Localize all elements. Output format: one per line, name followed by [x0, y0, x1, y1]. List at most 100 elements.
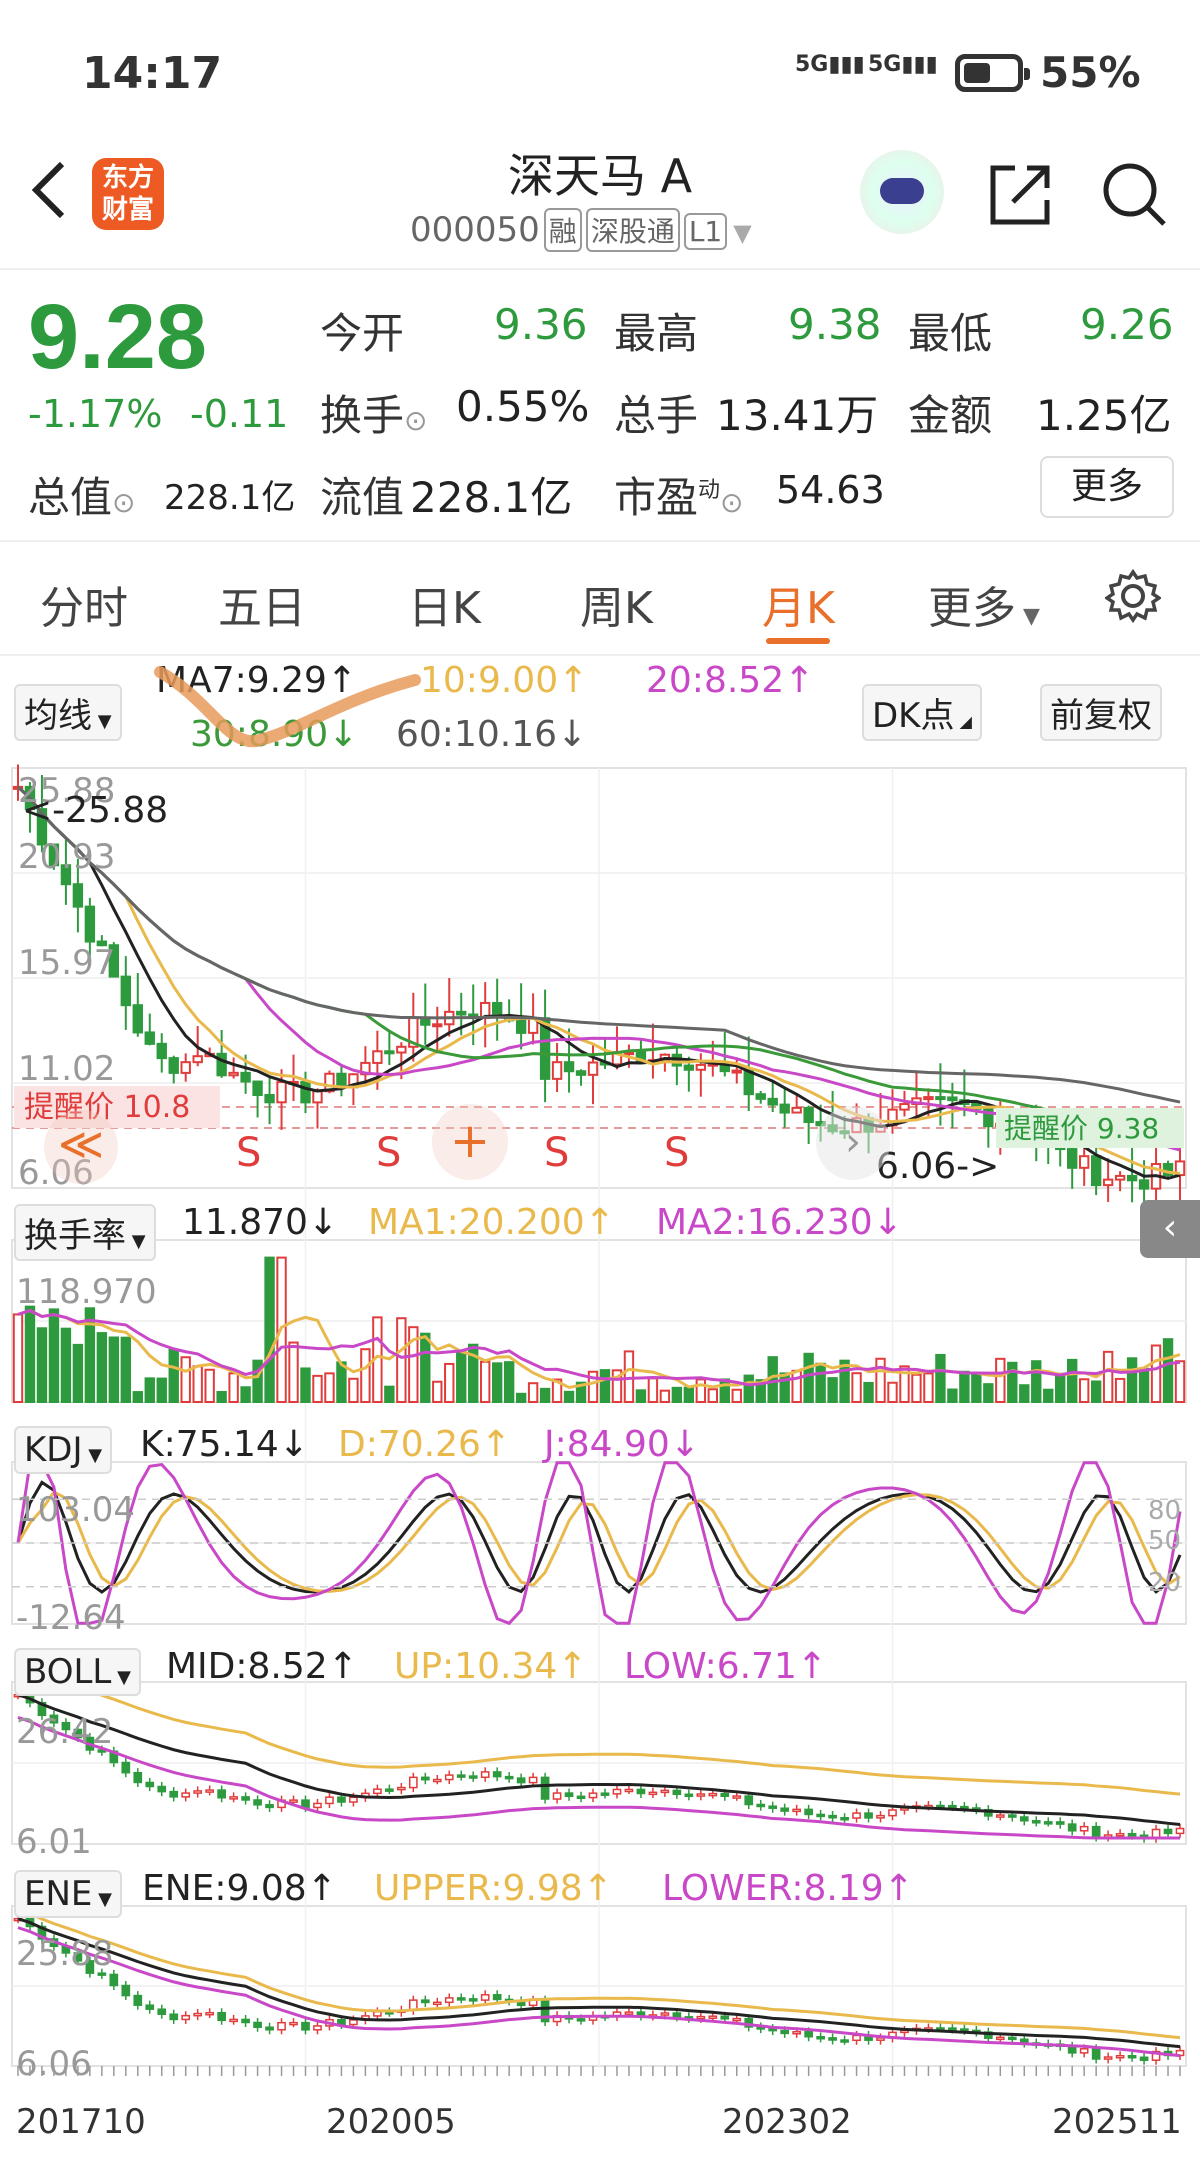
turnover-bar	[1126, 1357, 1138, 1403]
scroll-right-button[interactable]: ›	[816, 1106, 890, 1180]
share-icon[interactable]	[985, 160, 1055, 230]
candle-body	[491, 1001, 503, 1018]
turnover-bar	[480, 1360, 491, 1403]
x-label-2: 202005	[326, 2102, 456, 2142]
mini-candle	[876, 1814, 885, 1819]
turnover-bar	[947, 1388, 958, 1403]
mini-candle	[492, 1771, 502, 1778]
mini-candle	[1139, 2056, 1149, 2061]
mini-candle	[468, 1775, 478, 1779]
more-quote-button[interactable]: 更多	[1040, 456, 1174, 518]
mini-candle	[313, 2025, 322, 2031]
tab-five-day[interactable]: 五日	[218, 572, 306, 636]
kdj-selector[interactable]: KDJ ▼	[14, 1426, 113, 1474]
turnover-bar	[300, 1367, 311, 1404]
turnover-bar	[851, 1372, 862, 1404]
stock-code-row[interactable]: 000050 融深股通 L1 ▼	[410, 208, 752, 252]
ene-y-top: 25.88	[16, 1934, 114, 1974]
turnover-bar	[396, 1317, 407, 1404]
candle-body	[264, 1094, 275, 1104]
candle-body	[372, 1050, 383, 1064]
turnover-bar	[971, 1374, 982, 1404]
turnover-bar	[72, 1343, 84, 1404]
assistant-robot-icon[interactable]	[860, 150, 944, 234]
ene-value: ENE:9.08↑	[142, 1868, 337, 1909]
chart-area[interactable]: 25.88 <-25.88 20.93 15.97 11.02 6.06 6.0…	[0, 760, 1200, 2173]
kdj-j: J:84.90↓	[544, 1424, 700, 1465]
mini-candle	[516, 1777, 526, 1784]
scroll-left-button[interactable]: ≪	[44, 1110, 118, 1184]
turnover-bar	[983, 1383, 994, 1404]
mini-candle	[265, 2026, 274, 2031]
mini-candle	[432, 2001, 442, 2006]
candle-body	[180, 1061, 191, 1074]
mini-candle	[456, 1774, 466, 1778]
turnover-bar	[96, 1332, 108, 1403]
ma-selector[interactable]: 均线 ▼	[14, 684, 122, 741]
turnover-bar	[1174, 1360, 1186, 1403]
candle-body	[252, 1080, 263, 1097]
mini-candle	[804, 2031, 813, 2038]
mini-candle	[1115, 2054, 1125, 2059]
search-icon[interactable]	[1100, 160, 1170, 230]
zoom-in-button[interactable]: +	[432, 1104, 508, 1180]
mini-candle	[576, 2018, 586, 2022]
mini-candle	[480, 1771, 490, 1779]
candle-body	[695, 1063, 707, 1071]
tab-intraday[interactable]: 分时	[40, 572, 128, 636]
turnover-bar	[240, 1386, 251, 1403]
candle-body	[515, 1019, 527, 1034]
gear-icon[interactable]	[1105, 568, 1161, 624]
turnover-bar	[36, 1327, 48, 1404]
turnover-bar	[216, 1391, 227, 1403]
mini-candle	[349, 1796, 358, 1803]
mini-candle	[337, 1796, 346, 1803]
turnover-bar	[779, 1372, 790, 1404]
boll-y-bottom: 6.01	[16, 1822, 92, 1862]
ene-selector[interactable]: ENE ▼	[14, 1870, 122, 1918]
candle-body	[276, 1081, 287, 1104]
mini-candle	[540, 1776, 550, 1800]
mini-candle	[995, 2036, 1005, 2041]
mini-candle	[205, 1789, 215, 1793]
high-label: 最高	[614, 309, 699, 358]
turnover-bar	[707, 1388, 718, 1404]
mini-candle	[1019, 1816, 1029, 1822]
mini-candle	[864, 1812, 873, 1819]
candle-body	[72, 883, 84, 908]
tag-level: L1	[683, 213, 728, 250]
handwritten-scribble	[154, 666, 421, 748]
turnover-bar	[108, 1336, 120, 1403]
mini-candle	[768, 1805, 778, 1809]
adjust-selector[interactable]: 前复权	[1040, 684, 1162, 741]
mini-candle	[480, 1994, 490, 2001]
pe-label: 市盈动⊙	[614, 473, 744, 522]
turnover-bar	[827, 1377, 838, 1403]
candle-body	[779, 1103, 790, 1114]
mini-candle	[1091, 2048, 1101, 2060]
tab-more[interactable]: 更多 ▼	[928, 572, 1040, 636]
mini-candle	[193, 1790, 203, 1794]
dk-point-selector[interactable]: DK点 ◢	[862, 684, 982, 741]
turnover-selector[interactable]: 换手率 ▼	[14, 1204, 156, 1261]
turnover-bar	[60, 1327, 72, 1403]
amount-value: 1.25亿	[1036, 391, 1172, 440]
turnover-y-top: 118.970	[16, 1272, 157, 1312]
mini-candle	[828, 1814, 837, 1819]
tab-weekly-k[interactable]: 周K	[580, 572, 653, 636]
tab-daily-k[interactable]: 日K	[408, 572, 481, 636]
collapse-panel-button[interactable]: ‹	[1140, 1200, 1200, 1258]
mini-candle	[1127, 1832, 1137, 1837]
current-price: 9.28	[28, 286, 208, 388]
turnover-bar	[599, 1369, 611, 1403]
turnover-bar	[24, 1305, 36, 1403]
high-value: 9.38	[788, 300, 882, 349]
mini-candle	[1079, 2048, 1089, 2054]
boll-selector[interactable]: BOLL ▼	[14, 1648, 141, 1696]
signal-s-2: S	[376, 1130, 402, 1176]
tab-monthly-k[interactable]: 月K	[762, 572, 835, 636]
turnover-bar	[527, 1382, 539, 1403]
mini-candle	[840, 2039, 849, 2043]
mini-candle	[948, 1804, 957, 1809]
candle-body	[1067, 1148, 1078, 1169]
